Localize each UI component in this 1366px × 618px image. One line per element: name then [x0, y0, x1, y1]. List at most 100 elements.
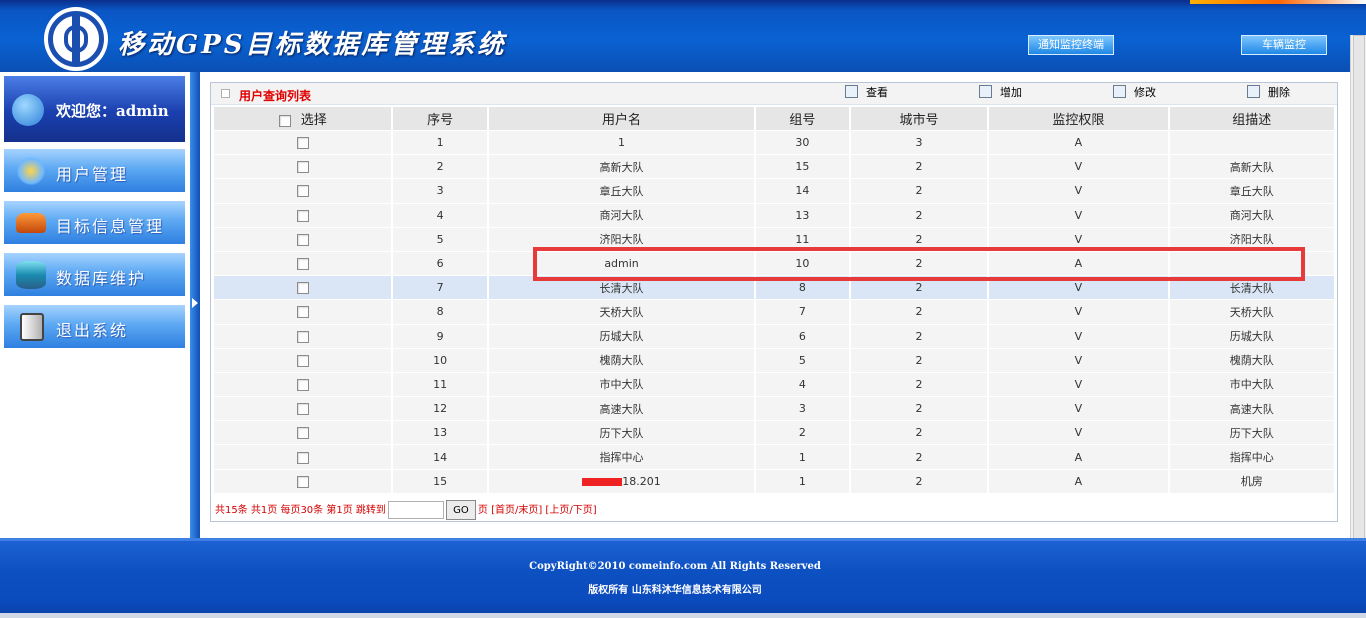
welcome-panel: 欢迎您：admin — [4, 76, 185, 142]
row-checkbox[interactable] — [296, 137, 309, 150]
table-row[interactable]: 14 指挥中心 1 2 A 指挥中心 — [214, 445, 1334, 470]
app-title: 移动GPS目标数据库管理系统 — [118, 30, 507, 60]
column-header-select: 选择 — [214, 107, 392, 131]
users-icon — [16, 157, 46, 185]
table-row[interactable]: 1 1 30 3 A — [214, 131, 1334, 156]
group-cell: 7 — [756, 300, 849, 325]
table-row[interactable]: 11 市中大队 4 2 V 市中大队 — [214, 372, 1334, 398]
city-cell: 2 — [850, 348, 988, 373]
column-header-permission[interactable]: 监控权限 — [989, 107, 1168, 131]
table-row[interactable]: 6 admin 10 2 A — [214, 251, 1334, 277]
sidebar-item-label: 退出系统 — [56, 321, 129, 340]
row-checkbox[interactable] — [296, 378, 309, 391]
table-row[interactable]: 8 天桥大队 7 2 V 天桥大队 — [214, 300, 1334, 325]
arrow-right-icon — [192, 298, 198, 308]
table-row[interactable]: 5 济阳大队 11 2 V 济阳大队 — [214, 227, 1334, 252]
taskbar-strip — [0, 613, 1366, 618]
no-cell: 3 — [393, 179, 488, 204]
row-checkbox[interactable] — [296, 282, 309, 295]
user-avatar-icon — [12, 94, 44, 126]
exit-icon — [20, 313, 44, 341]
decorative-strip — [1190, 0, 1366, 4]
group-desc-cell: 天桥大队 — [1169, 300, 1334, 325]
row-checkbox[interactable] — [296, 233, 309, 246]
username-cell: 历下大队 — [489, 421, 755, 446]
row-checkbox[interactable] — [296, 427, 309, 440]
magnifier-icon — [845, 85, 858, 98]
view-button[interactable]: 查看 — [845, 85, 888, 101]
select-cell — [214, 251, 392, 277]
username-cell: 商河大队 — [489, 203, 755, 228]
table-row[interactable]: 13 历下大队 2 2 V 历下大队 — [214, 421, 1334, 446]
row-checkbox[interactable] — [296, 306, 309, 319]
table-row[interactable]: 2 高新大队 15 2 V 高新大队 — [214, 155, 1334, 180]
sidebar-item-database[interactable]: 数据库维护 — [4, 252, 185, 296]
jump-page-input[interactable] — [387, 501, 444, 519]
group-desc-cell: 济阳大队 — [1169, 227, 1334, 252]
select-cell — [214, 469, 392, 494]
table-row[interactable]: 12 高速大队 3 2 V 高速大队 — [214, 397, 1334, 422]
no-cell: 1 — [393, 131, 488, 156]
row-checkbox[interactable] — [296, 209, 309, 222]
row-checkbox[interactable] — [296, 258, 309, 271]
city-cell: 2 — [850, 179, 988, 204]
owner-text: 版权所有 山东科沐华信息技术有限公司 — [588, 585, 762, 596]
username-cell: 历城大队 — [489, 324, 755, 349]
table-row[interactable]: 4 商河大队 13 2 V 商河大队 — [214, 203, 1334, 228]
select-all-checkbox[interactable] — [278, 114, 291, 127]
column-header-group[interactable]: 组号 — [756, 107, 849, 131]
city-cell: 2 — [850, 276, 988, 301]
page-scrollbar[interactable] — [1350, 35, 1366, 615]
pager-links[interactable]: 页 [首页/末页] [上页/下页] — [478, 505, 597, 516]
city-cell: 2 — [850, 155, 988, 180]
no-cell: 6 — [393, 251, 488, 277]
table-row[interactable]: 7 长清大队 8 2 V 长清大队 — [214, 276, 1334, 301]
permission-cell: A — [989, 445, 1168, 470]
vehicle-monitor-button[interactable]: 车辆监控 — [1241, 35, 1327, 55]
row-checkbox[interactable] — [296, 451, 309, 464]
table-row[interactable]: 10 槐荫大队 5 2 V 槐荫大队 — [214, 348, 1334, 373]
group-desc-cell — [1169, 251, 1334, 277]
notify-terminal-button[interactable]: 通知监控终端 — [1028, 35, 1114, 55]
city-cell: 2 — [850, 227, 988, 252]
no-cell: 9 — [393, 324, 488, 349]
no-cell: 5 — [393, 227, 488, 252]
row-checkbox[interactable] — [296, 403, 309, 416]
add-button[interactable]: 增加 — [979, 85, 1022, 101]
city-cell: 2 — [850, 372, 988, 398]
column-header-group-desc[interactable]: 组描述 — [1169, 107, 1334, 131]
column-header-username[interactable]: 用户名 — [489, 107, 755, 131]
sidebar-item-label: 目标信息管理 — [56, 217, 165, 236]
row-checkbox[interactable] — [296, 354, 309, 367]
column-header-no[interactable]: 序号 — [393, 107, 488, 131]
table-row[interactable]: 15 18.201 1 2 A 机房 — [214, 469, 1334, 494]
no-cell: 8 — [393, 300, 488, 325]
sidebar-item-user-management[interactable]: 用户管理 — [4, 148, 185, 192]
delete-button[interactable]: 删除 — [1247, 85, 1290, 101]
edit-button[interactable]: 修改 — [1113, 85, 1156, 101]
column-header-city[interactable]: 城市号 — [850, 107, 988, 131]
select-cell — [214, 397, 392, 422]
user-table: 选择 序号 用户名 组号 城市号 监控权限 组描述 1 1 30 3 A 2 高新大队 15 2… — [212, 107, 1336, 494]
group-desc-cell: 长清大队 — [1169, 276, 1334, 301]
panel-title: 用户查询列表 — [239, 89, 312, 103]
row-checkbox[interactable] — [296, 330, 309, 343]
sidebar-toggle-handle[interactable] — [190, 72, 200, 538]
table-row[interactable]: 9 历城大队 6 2 V 历城大队 — [214, 324, 1334, 349]
collapse-icon[interactable] — [221, 89, 230, 98]
no-cell: 15 — [393, 469, 488, 494]
table-row[interactable]: 3 章丘大队 14 2 V 章丘大队 — [214, 179, 1334, 204]
select-cell — [214, 131, 392, 156]
sidebar-item-target-info[interactable]: 目标信息管理 — [4, 200, 185, 244]
row-checkbox[interactable] — [296, 475, 309, 488]
app-header: 移动GPS目标数据库管理系统 通知监控终端 车辆监控 — [0, 0, 1366, 72]
row-checkbox[interactable] — [296, 161, 309, 174]
permission-cell: V — [989, 300, 1168, 325]
sidebar-item-exit[interactable]: 退出系统 — [4, 304, 185, 348]
row-checkbox[interactable] — [296, 185, 309, 198]
redaction-mark — [582, 477, 623, 486]
username-cell: 济阳大队 — [489, 227, 755, 252]
username-cell: 槐荫大队 — [489, 348, 755, 373]
go-button[interactable]: GO — [445, 500, 476, 520]
username-cell: 天桥大队 — [489, 300, 755, 325]
